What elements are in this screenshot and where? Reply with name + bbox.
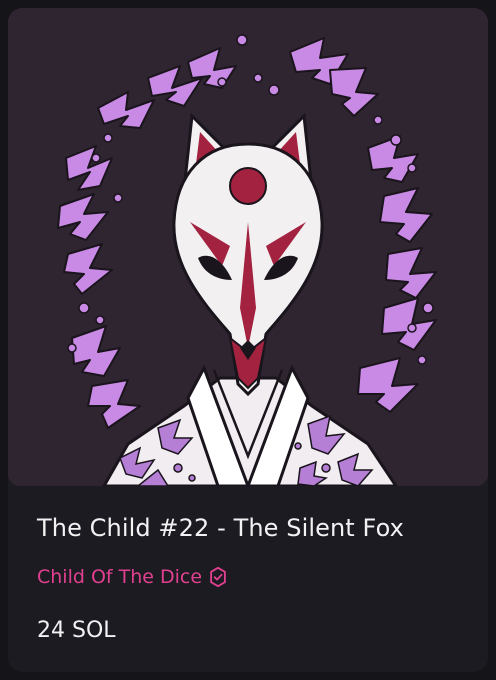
collection-name[interactable]: Child Of The Dice bbox=[37, 566, 202, 588]
nft-card[interactable]: The Child #22 - The Silent Fox Child Of … bbox=[8, 8, 488, 672]
fox-mask-illustration bbox=[8, 8, 488, 486]
collection-link[interactable]: Child Of The Dice bbox=[37, 566, 229, 588]
verified-badge-icon bbox=[210, 566, 226, 588]
nft-title[interactable]: The Child #22 - The Silent Fox bbox=[37, 514, 404, 542]
nft-price: 24 SOL bbox=[37, 618, 116, 643]
nft-artwork[interactable] bbox=[8, 8, 488, 486]
